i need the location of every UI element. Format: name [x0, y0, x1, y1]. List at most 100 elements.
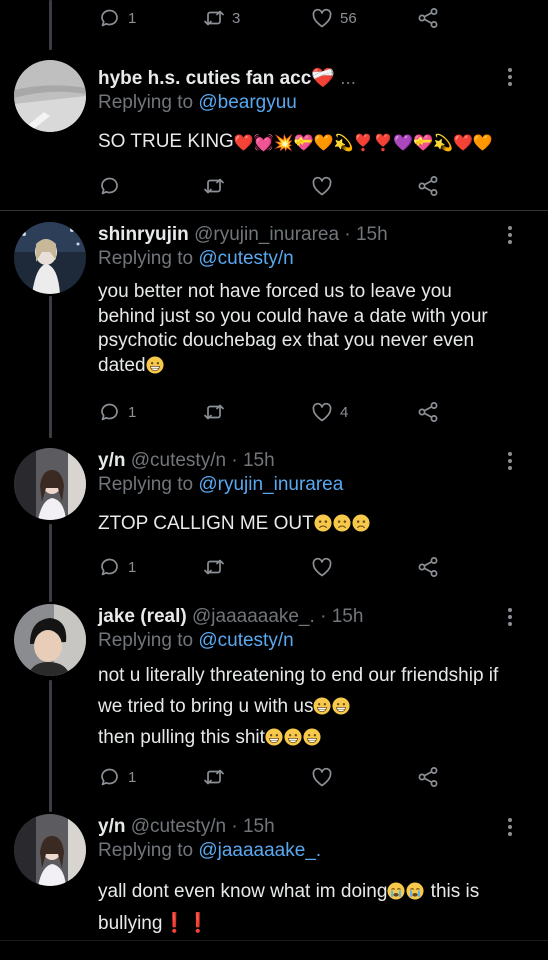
replying-to-mention[interactable]: @ryujin_inurarea: [198, 474, 343, 495]
replying-to-mention[interactable]: @beargyuu: [198, 92, 297, 113]
tweet[interactable]: shinryujin @ryujin_inurarea · 15h Replyi…: [0, 220, 548, 440]
share-icon: [416, 6, 440, 30]
share-button[interactable]: [416, 400, 440, 424]
like-icon: [310, 765, 334, 789]
retweet-button[interactable]: [202, 555, 226, 579]
reply-button[interactable]: 1: [98, 400, 136, 424]
replying-to-mention[interactable]: @cutesty/n: [198, 248, 293, 269]
frown-emoji: [333, 514, 351, 532]
divider: [0, 940, 548, 941]
action-bar: 1 4: [98, 400, 478, 424]
reply-icon: [98, 6, 122, 30]
display-name[interactable]: y/n: [98, 450, 125, 471]
retweet-button[interactable]: [202, 174, 226, 198]
reply-count: 1: [128, 9, 137, 27]
like-button[interactable]: 56: [310, 6, 357, 30]
share-icon: [416, 174, 440, 198]
grin-emoji: [332, 697, 350, 715]
crying-emoji: [406, 882, 424, 900]
retweet-icon: [202, 765, 226, 789]
timestamp[interactable]: 15h: [332, 606, 364, 627]
tweet-text: you better not have forced us to leave y…: [98, 280, 512, 378]
retweet-icon: [202, 174, 226, 198]
replying-label: Replying to: [98, 248, 194, 269]
reply-button[interactable]: 1: [98, 6, 136, 30]
replying-to-mention[interactable]: @jaaaaaake_.: [198, 840, 321, 861]
action-bar: 1: [98, 765, 478, 789]
frown-emoji: [352, 514, 370, 532]
reply-count: 1: [128, 768, 137, 786]
display-name[interactable]: hybe h.s. cuties fan acc❤️‍🩹: [98, 68, 335, 89]
retweet-icon: [202, 6, 226, 30]
share-button[interactable]: [416, 555, 440, 579]
timestamp[interactable]: 15h: [243, 450, 275, 471]
retweet-button[interactable]: [202, 400, 226, 424]
separator: ·: [344, 224, 351, 245]
share-button[interactable]: [416, 765, 440, 789]
emoji-string: ❤️💓💥💝🧡💫❣️❣️💜💝💫❤️🧡: [233, 135, 493, 152]
retweet-count: 3: [232, 9, 241, 27]
thread-line: [49, 524, 52, 602]
avatar[interactable]: [14, 604, 86, 676]
more-icon[interactable]: [502, 222, 518, 248]
replying-label: Replying to: [98, 92, 194, 113]
timestamp[interactable]: 15h: [356, 224, 388, 245]
like-button[interactable]: [310, 174, 334, 198]
timestamp[interactable]: 15h: [243, 816, 275, 837]
replying-label: Replying to: [98, 474, 194, 495]
like-button[interactable]: [310, 555, 334, 579]
share-icon: [416, 400, 440, 424]
reply-icon: [98, 765, 122, 789]
handle: ...: [340, 68, 357, 89]
grin-emoji: [303, 728, 321, 746]
retweet-icon: [202, 400, 226, 424]
tweet-text-body: ZTOP CALLIGN ME OUT: [98, 513, 314, 534]
tweet[interactable]: y/n @cutesty/n · 15h Replying to @ryujin…: [0, 448, 548, 588]
avatar[interactable]: [14, 222, 86, 294]
reply-button[interactable]: [98, 174, 122, 198]
divider: [0, 210, 548, 211]
separator: ·: [231, 450, 238, 471]
avatar[interactable]: [14, 448, 86, 520]
reply-button[interactable]: 1: [98, 765, 136, 789]
retweet-icon: [202, 555, 226, 579]
tweet-text: yall dont even know what im doing this i…: [98, 876, 512, 940]
replying-to-mention[interactable]: @cutesty/n: [198, 630, 293, 651]
avatar[interactable]: [14, 60, 86, 132]
tweet[interactable]: y/n @cutesty/n · 15h Replying to @jaaaaa…: [0, 814, 548, 960]
more-icon[interactable]: [502, 64, 518, 90]
tweet-text-body: yall dont even know what im doing: [98, 881, 388, 902]
grin-emoji: [313, 697, 331, 715]
like-icon: [310, 400, 334, 424]
tweet-text: SO TRUE KING❤️💓💥💝🧡💫❣️❣️💜💝💫❤️🧡: [98, 130, 512, 155]
tweet[interactable]: hybe h.s. cuties fan acc❤️‍🩹 ... Replyin…: [0, 60, 548, 210]
reply-icon: [98, 400, 122, 424]
like-icon: [310, 555, 334, 579]
tweet-text-body-line2: then pulling this shit: [98, 727, 265, 748]
tweet-text: not u literally threatening to end our f…: [98, 660, 512, 753]
retweet-button[interactable]: [202, 765, 226, 789]
like-button[interactable]: 4: [310, 400, 348, 424]
retweet-button[interactable]: 3: [202, 6, 240, 30]
like-count: 56: [340, 9, 357, 27]
more-icon[interactable]: [502, 814, 518, 840]
display-name[interactable]: jake (real): [98, 606, 187, 627]
previous-tweet-actions: 1 3 56: [0, 0, 548, 40]
tweet-text-body: SO TRUE KING: [98, 131, 234, 152]
grin-emoji: [284, 728, 302, 746]
like-count: 4: [340, 403, 349, 421]
more-icon[interactable]: [502, 604, 518, 630]
share-button[interactable]: [416, 6, 440, 30]
display-name[interactable]: shinryujin: [98, 224, 189, 245]
avatar[interactable]: [14, 814, 86, 886]
grin-emoji: [265, 728, 283, 746]
display-name[interactable]: y/n: [98, 816, 125, 837]
separator: ·: [231, 816, 238, 837]
exclamation-emoji: ❗❗: [162, 913, 210, 934]
reply-button[interactable]: 1: [98, 555, 136, 579]
handle: @jaaaaaake_.: [192, 606, 315, 627]
share-button[interactable]: [416, 174, 440, 198]
like-button[interactable]: [310, 765, 334, 789]
more-icon[interactable]: [502, 448, 518, 474]
tweet[interactable]: jake (real) @jaaaaaake_. · 15h Replying …: [0, 604, 548, 804]
